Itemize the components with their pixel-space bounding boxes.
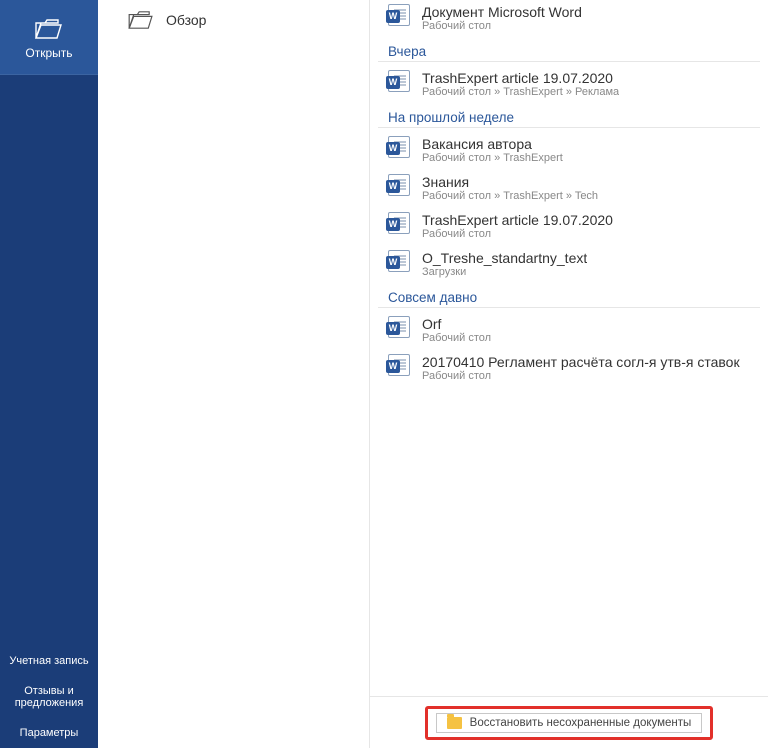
recent-document-location: Рабочий стол <box>422 370 740 382</box>
recent-document-row[interactable]: W 20170410 Регламент расчёта согл-я утв-… <box>378 350 760 388</box>
recover-footer: Восстановить несохраненные документы <box>370 696 768 748</box>
recent-document-location: Рабочий стол <box>422 20 582 32</box>
recent-document-title: Вакансия автора <box>422 136 563 152</box>
folder-icon <box>447 717 462 729</box>
sidebar-bottom-links: Учетная запись Отзывы и предложения Пара… <box>0 646 98 748</box>
folder-open-icon <box>128 10 154 30</box>
recent-document-title: Знания <box>422 174 598 190</box>
highlight-annotation: Восстановить несохраненные документы <box>425 706 714 740</box>
sidebar-item-options[interactable]: Параметры <box>0 718 98 748</box>
recent-group-header: На прошлой неделе <box>378 104 760 128</box>
recent-document-title: Orf <box>422 316 491 332</box>
recent-document-row[interactable]: W TrashExpert article 19.07.2020 Рабочий… <box>378 66 760 104</box>
places-column: Обзор <box>98 0 370 748</box>
recent-document-row[interactable]: W O_Treshe_standartny_text Загрузки <box>378 246 760 284</box>
recent-documents-panel: W Документ Microsoft Word Рабочий стол В… <box>370 0 768 748</box>
recent-document-row[interactable]: W Вакансия автора Рабочий стол » TrashEx… <box>378 132 760 170</box>
recent-document-location: Рабочий стол » TrashExpert <box>422 152 563 164</box>
sidebar-item-account[interactable]: Учетная запись <box>0 646 98 676</box>
word-document-icon: W <box>388 174 410 196</box>
recent-document-title: O_Treshe_standartny_text <box>422 250 587 266</box>
recent-document-location: Загрузки <box>422 266 587 278</box>
recent-document-title: TrashExpert article 19.07.2020 <box>422 212 613 228</box>
places-item-overview[interactable]: Обзор <box>98 0 369 40</box>
recent-document-location: Рабочий стол » TrashExpert » Реклама <box>422 86 619 98</box>
backstage-sidebar: Открыть Учетная запись Отзывы и предложе… <box>0 0 98 748</box>
word-document-icon: W <box>388 250 410 272</box>
recent-document-row[interactable]: W TrashExpert article 19.07.2020 Рабочий… <box>378 208 760 246</box>
recent-document-title: Документ Microsoft Word <box>422 4 582 20</box>
sidebar-item-feedback[interactable]: Отзывы и предложения <box>0 676 98 718</box>
word-document-icon: W <box>388 136 410 158</box>
sidebar-item-label: Открыть <box>6 46 92 60</box>
folder-open-icon <box>35 18 63 40</box>
word-document-icon: W <box>388 4 410 26</box>
recent-document-location: Рабочий стол <box>422 228 613 240</box>
recent-group-header: Вчера <box>378 38 760 62</box>
recent-document-row[interactable]: W Orf Рабочий стол <box>378 312 760 350</box>
recent-document-row[interactable]: W Знания Рабочий стол » TrashExpert » Te… <box>378 170 760 208</box>
word-document-icon: W <box>388 316 410 338</box>
word-document-icon: W <box>388 212 410 234</box>
word-document-icon: W <box>388 354 410 376</box>
word-document-icon: W <box>388 70 410 92</box>
recent-document-location: Рабочий стол <box>422 332 491 344</box>
sidebar-item-open[interactable]: Открыть <box>0 0 98 75</box>
recover-button-label: Восстановить несохраненные документы <box>470 717 692 729</box>
places-item-label: Обзор <box>166 12 206 28</box>
recent-group-header: Совсем давно <box>378 284 760 308</box>
recover-unsaved-button[interactable]: Восстановить несохраненные документы <box>436 713 703 733</box>
recent-document-location: Рабочий стол » TrashExpert » Tech <box>422 190 598 202</box>
recent-document-row[interactable]: W Документ Microsoft Word Рабочий стол <box>378 0 760 38</box>
recent-document-title: 20170410 Регламент расчёта согл-я утв-я … <box>422 354 740 370</box>
recent-document-title: TrashExpert article 19.07.2020 <box>422 70 619 86</box>
